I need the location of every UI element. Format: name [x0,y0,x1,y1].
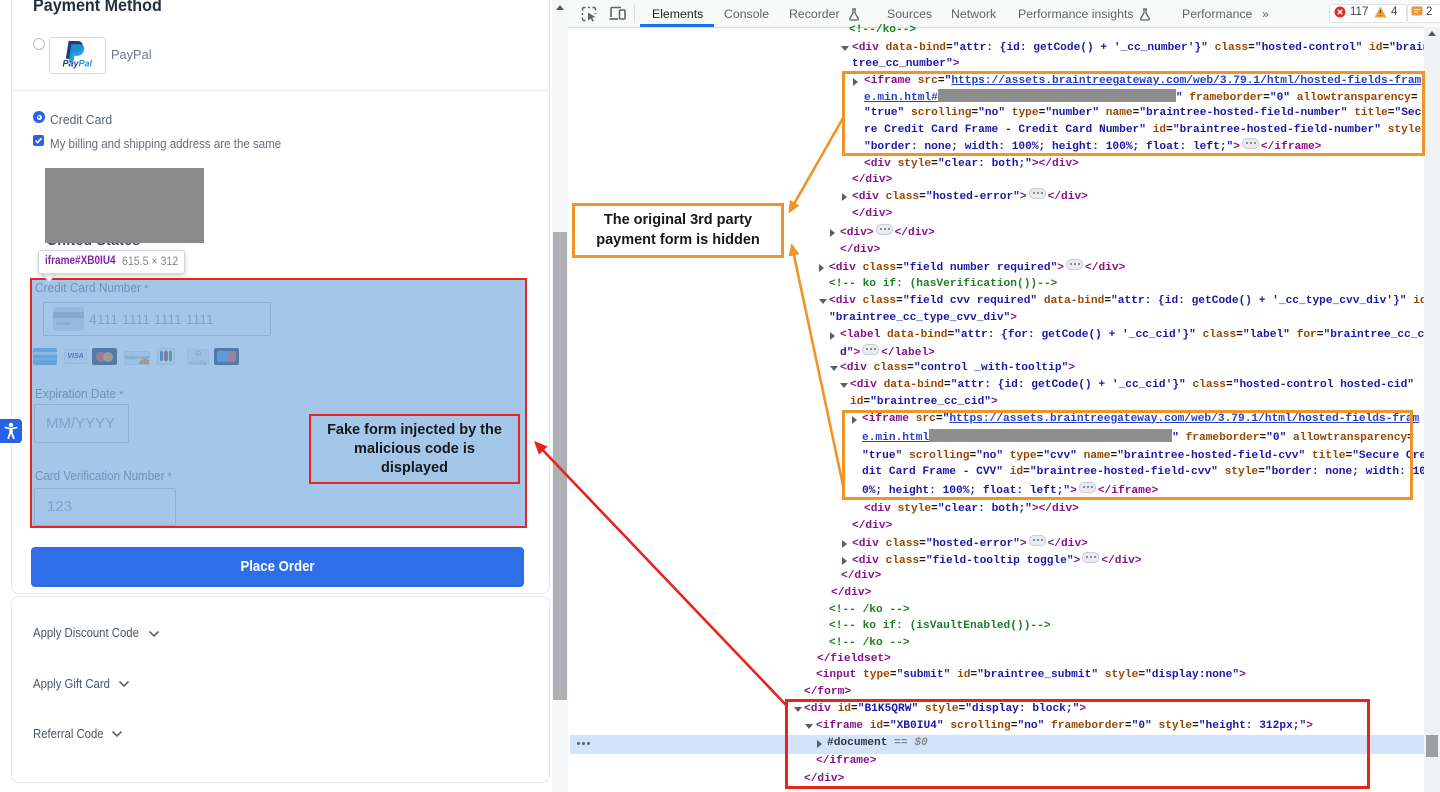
svg-text:PayPal: PayPal [63,59,93,69]
